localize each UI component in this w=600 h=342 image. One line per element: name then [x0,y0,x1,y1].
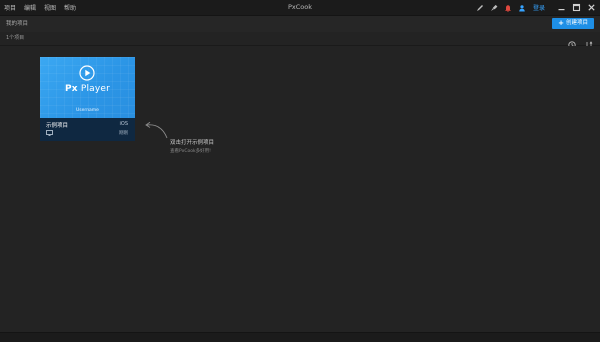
title-actions: 登录 [476,0,596,15]
breadcrumb[interactable]: 我的项目 [6,16,28,32]
project-info: 示例项目 iOS 刚刚 [40,118,135,141]
close-icon[interactable] [587,3,596,12]
pxcook-window: 项目 编辑 视图 帮助 PxCook 登录 我的项目 + 创建项目 1个项目 P… [0,0,600,342]
user-icon[interactable] [518,4,526,12]
menu-bar: 项目 编辑 视图 帮助 [4,0,76,15]
brush-icon[interactable] [476,4,484,12]
project-thumbnail: Px Player Username [40,57,135,118]
login-link[interactable]: 登录 [533,3,545,12]
hint-subtitle: 查看PxCook多好用! [170,149,211,154]
project-card[interactable]: Px Player Username 示例项目 iOS 刚刚 [40,57,135,141]
project-toolbar: 1个项目 [0,32,600,49]
hint-title: 双击打开示例项目 [170,140,215,146]
brand-prefix: Px [64,84,78,94]
brand-suffix: Player [80,84,111,94]
monitor-icon [46,130,53,136]
maximize-icon[interactable] [572,3,581,12]
plus-icon: + [558,19,564,27]
menu-item-project[interactable]: 项目 [4,3,16,12]
project-time: 刚刚 [119,131,128,136]
menu-item-help[interactable]: 帮助 [64,3,76,12]
project-platform: iOS [119,121,129,127]
menu-item-edit[interactable]: 编辑 [24,3,36,12]
home-icon[interactable] [577,334,584,342]
create-project-label: 创建项目 [565,20,588,26]
minimize-icon[interactable] [557,3,566,12]
project-count: 1个项目 [6,35,25,41]
play-icon [79,65,95,81]
project-name: 示例项目 [46,123,69,129]
curved-arrow-icon [145,121,168,139]
share-icon[interactable] [588,334,595,342]
thumbnail-subtitle: Username [76,108,99,113]
project-grid: Px Player Username 示例项目 iOS 刚刚 双击打开示例项目 … [0,46,600,332]
create-project-button[interactable]: + 创建项目 [552,18,594,29]
menu-item-view[interactable]: 视图 [44,3,56,12]
color-picker-icon[interactable] [490,4,498,12]
project-header: 我的项目 + 创建项目 [0,16,600,32]
title-bar: 项目 编辑 视图 帮助 PxCook 登录 [0,0,600,16]
status-bar [0,332,600,342]
bell-icon[interactable] [504,4,512,12]
status-icons [577,334,595,342]
thumbnail-brand: Px Player [40,84,135,94]
